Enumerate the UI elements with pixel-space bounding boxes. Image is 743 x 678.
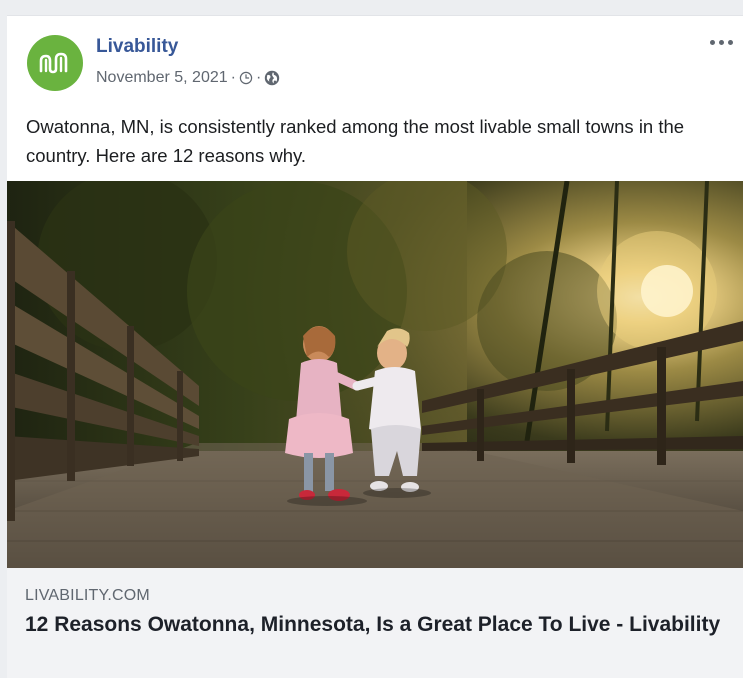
- globe-icon[interactable]: [264, 70, 280, 86]
- page-name-link[interactable]: Livability: [96, 36, 178, 58]
- meta-separator: ·: [230, 69, 236, 86]
- post-date[interactable]: November 5, 2021: [96, 69, 228, 87]
- link-title[interactable]: 12 Reasons Owatonna, Minnesota, Is a Gre…: [25, 610, 725, 639]
- photo-illustration: [7, 181, 743, 568]
- more-options-icon: [718, 39, 724, 45]
- link-domain: LIVABILITY.COM: [25, 587, 150, 604]
- more-options-icon: [727, 39, 733, 45]
- link-preview-footer[interactable]: LIVABILITY.COM 12 Reasons Owatonna, Minn…: [7, 568, 743, 678]
- post-meta: November 5, 2021 · ·: [96, 69, 280, 87]
- livability-logo-icon: [39, 52, 68, 74]
- post-header: Livability November 5, 2021 · ·: [7, 16, 743, 96]
- facebook-post-card: Livability November 5, 2021 · · Owatonna…: [7, 15, 743, 678]
- page-avatar[interactable]: [27, 35, 83, 91]
- more-options-icon: [709, 39, 715, 45]
- link-preview-image[interactable]: [7, 181, 743, 568]
- clock-icon: [239, 71, 253, 85]
- meta-separator: ·: [255, 69, 262, 86]
- post-text: Owatonna, MN, is consistently ranked amo…: [26, 116, 685, 166]
- more-options-button[interactable]: [707, 35, 735, 49]
